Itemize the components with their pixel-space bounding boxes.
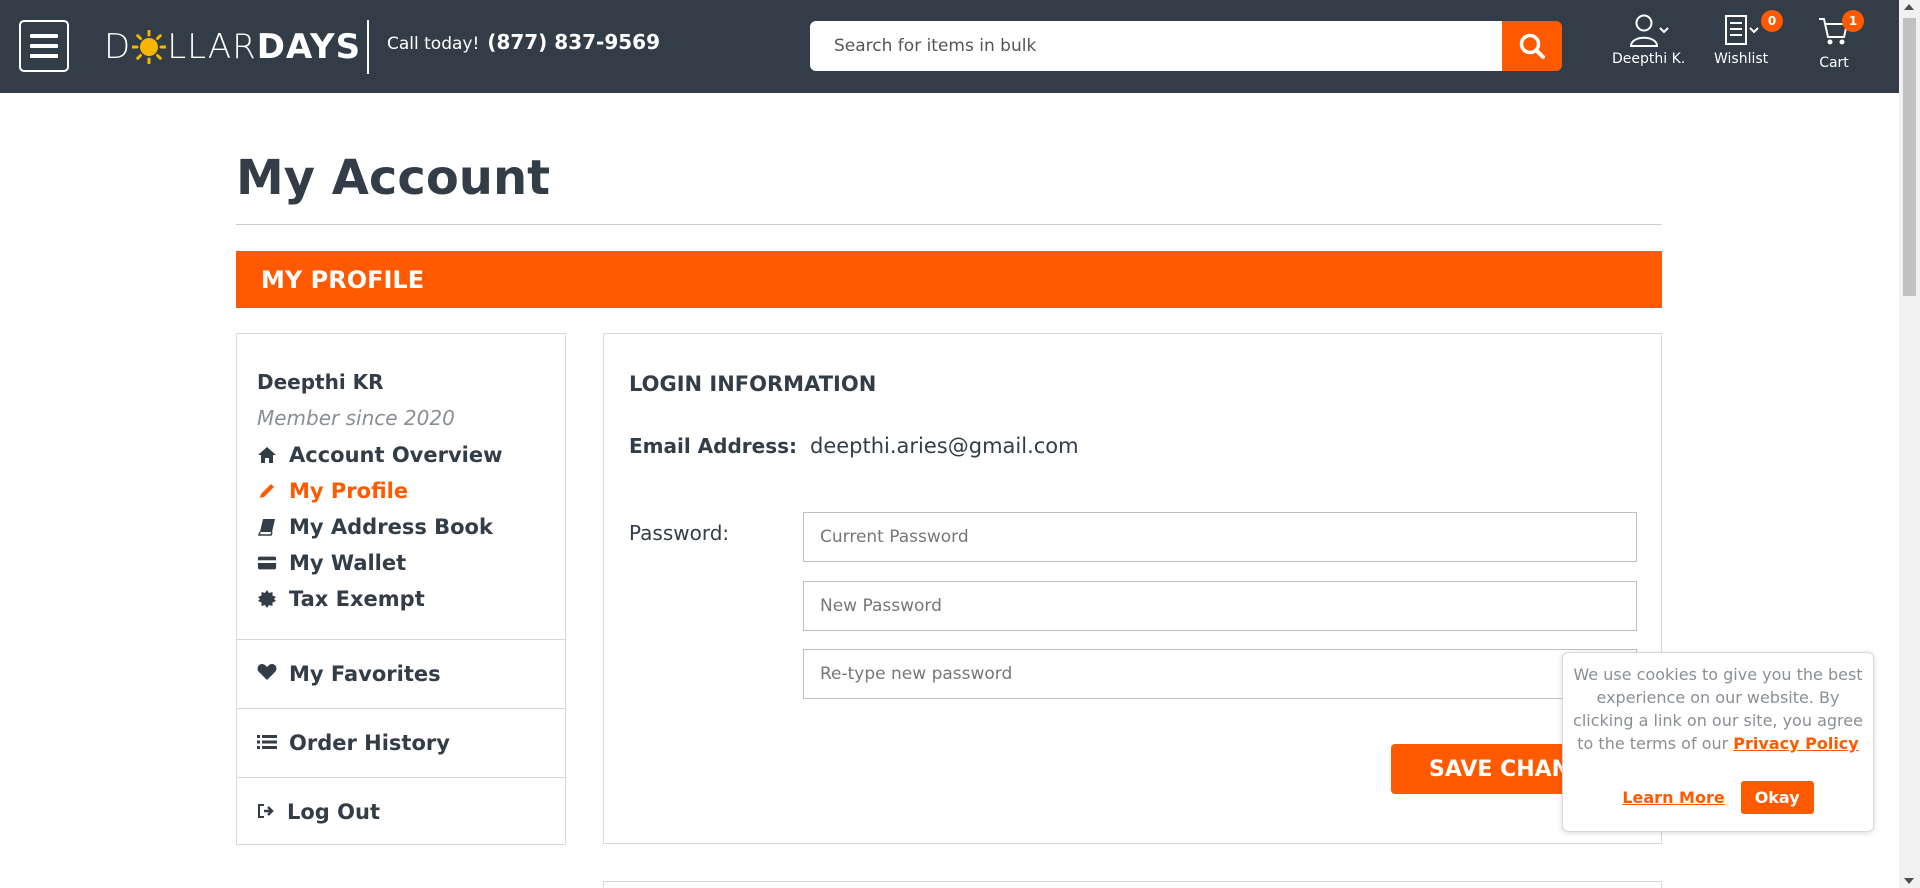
- pencil-icon: [257, 482, 277, 500]
- search-button[interactable]: [1502, 21, 1562, 71]
- menu-line: [30, 34, 58, 38]
- site-header: D LLAR DAYS Call today! (877) 837-9569 S…: [0, 0, 1899, 93]
- user-icon: [1629, 14, 1658, 47]
- user-name: Deepthi KR: [257, 370, 384, 394]
- sidebar-item-label: Order History: [289, 731, 450, 755]
- sidebar-item-label: Tax Exempt: [289, 587, 425, 611]
- sidebar-item-label: My Favorites: [289, 662, 441, 686]
- account-menu[interactable]: Deepthi K.: [1612, 13, 1685, 67]
- login-information-card: LOGIN INFORMATION Email Address: deepthi…: [603, 333, 1662, 844]
- member-since: Member since 2020: [257, 406, 455, 430]
- account-label: Deepthi K.: [1612, 51, 1686, 67]
- call-today: Call today! (877) 837-9569: [387, 30, 660, 54]
- wishlist-menu[interactable]: 0 Wishlist: [1714, 10, 1784, 67]
- certificate-icon: [257, 590, 277, 608]
- chevron-down-icon: [1658, 27, 1669, 34]
- email-label: Email Address:: [629, 434, 798, 458]
- wishlist-count-badge: 0: [1761, 10, 1784, 32]
- scroll-up-arrow[interactable]: [1904, 4, 1914, 10]
- sidebar-item-address-book[interactable]: My Address Book: [257, 514, 565, 540]
- email-value: deepthi.aries@gmail.com: [810, 434, 1079, 458]
- scroll-down-arrow[interactable]: [1904, 878, 1914, 884]
- sidebar-item-wallet[interactable]: My Wallet: [257, 550, 565, 576]
- sun-icon: [132, 30, 167, 64]
- cookie-consent-popup: We use cookies to give you the best expe…: [1562, 652, 1874, 832]
- logo-text-llar: LLAR: [167, 27, 257, 67]
- logo-text-d: D: [104, 27, 132, 67]
- sidebar-item-log-out[interactable]: Log Out: [237, 778, 565, 845]
- wishlist-icon: [1725, 15, 1748, 45]
- hamburger-menu-button[interactable]: [19, 20, 69, 72]
- new-password-input[interactable]: [803, 581, 1637, 631]
- menu-line: [30, 44, 58, 48]
- cart-menu[interactable]: 1 Cart: [1818, 10, 1864, 71]
- next-card-edge: [603, 881, 1662, 888]
- credit-card-icon: [257, 555, 277, 571]
- sidebar-item-my-profile[interactable]: My Profile: [257, 478, 565, 504]
- heart-icon: [257, 662, 277, 686]
- cookie-actions: Learn More Okay: [1563, 781, 1873, 814]
- phone-number[interactable]: (877) 837-9569: [487, 30, 660, 54]
- book-icon: [257, 518, 277, 536]
- sidebar-item-label: My Profile: [289, 479, 409, 503]
- page-scrollbar[interactable]: [1899, 0, 1920, 888]
- card-title: LOGIN INFORMATION: [629, 372, 877, 396]
- logo-text-days: DAYS: [256, 27, 362, 67]
- sign-out-icon: [257, 800, 275, 824]
- sidebar-item-label: Log Out: [287, 799, 380, 824]
- sidebar-item-label: My Address Book: [289, 515, 493, 539]
- sidebar-item-label: Account Overview: [289, 443, 503, 467]
- list-icon: [257, 731, 277, 755]
- retype-password-input[interactable]: [803, 649, 1637, 699]
- sidebar-profile: Deepthi KR Member since 2020 Account Ove…: [237, 334, 565, 640]
- scroll-thumb[interactable]: [1903, 18, 1916, 296]
- title-divider: [236, 224, 1662, 225]
- sidebar-item-tax-exempt[interactable]: Tax Exempt: [257, 586, 565, 612]
- privacy-policy-link[interactable]: Privacy Policy: [1733, 734, 1858, 753]
- cart-label: Cart: [1819, 55, 1849, 71]
- section-header: MY PROFILE: [236, 251, 1662, 308]
- current-password-input[interactable]: [803, 512, 1637, 562]
- okay-button[interactable]: Okay: [1740, 781, 1814, 814]
- account-sidebar: Deepthi KR Member since 2020 Account Ove…: [236, 333, 566, 845]
- learn-more-link[interactable]: Learn More: [1622, 786, 1724, 809]
- home-icon: [257, 446, 277, 464]
- chevron-down-icon: [1749, 27, 1759, 34]
- site-logo[interactable]: D LLAR DAYS: [104, 26, 361, 68]
- password-label: Password:: [629, 521, 730, 545]
- page-title: My Account: [236, 150, 551, 206]
- sidebar-item-account-overview[interactable]: Account Overview: [257, 442, 565, 468]
- search-icon: [1519, 33, 1545, 59]
- sidebar-item-label: My Wallet: [289, 551, 407, 575]
- call-label: Call today!: [387, 34, 480, 54]
- wishlist-label: Wishlist: [1714, 51, 1769, 67]
- search-input[interactable]: [810, 21, 1502, 71]
- header-divider: [367, 20, 369, 74]
- search-bar: [810, 21, 1562, 71]
- menu-line: [30, 54, 58, 58]
- cart-count-badge: 1: [1842, 10, 1864, 32]
- sidebar-item-favorites[interactable]: My Favorites: [237, 640, 565, 709]
- sidebar-item-order-history[interactable]: Order History: [237, 709, 565, 778]
